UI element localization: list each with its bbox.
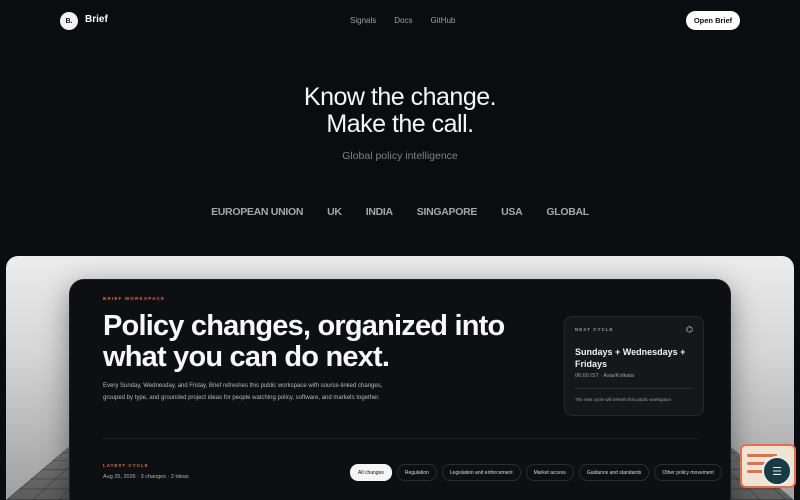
hero-subtitle: Global policy intelligence [342, 150, 458, 162]
hero-title-line-1: Know the change. [303, 83, 497, 111]
workspace-description: Every Sunday, Wednesday, and Friday, Bri… [103, 383, 383, 401]
next-cycle-title: Sundays + Wednesdays + Fridays [575, 347, 686, 369]
divider [575, 388, 693, 389]
next-cycle-time: 06:00 IST · Asia/Kolkata [575, 373, 634, 379]
top-nav: B. Brief Signals Docs GitHub Open Brief [0, 0, 800, 40]
hero-title: Know the change. Make the call. [0, 84, 800, 138]
filter-market-access[interactable]: Market access [525, 464, 574, 481]
region-uk: UK [327, 206, 342, 218]
hero-title-line-2: Make the call. [326, 110, 474, 138]
region-global: GLOBAL [546, 206, 589, 218]
filter-guidance-standards[interactable]: Guidance and standards [578, 464, 650, 481]
next-cycle-card: NEXT CYCLE ⌬ Sundays + Wednesdays + Frid… [564, 316, 704, 416]
next-cycle-eyebrow: NEXT CYCLE [575, 327, 614, 332]
workspace-title: Policy changes, organized into what you … [103, 310, 505, 373]
open-brief-button[interactable]: Open Brief [686, 11, 740, 30]
region-list: EUROPEAN UNION UK INDIA SINGAPORE USA GL… [0, 206, 800, 218]
region-usa: USA [501, 206, 523, 218]
filter-other-policy[interactable]: Other policy movement [654, 464, 722, 481]
brand-logo[interactable]: B. [60, 12, 78, 30]
filter-chips: All changes Regulation Legislation and e… [350, 464, 722, 481]
next-cycle-note: The next cycle will refresh this public … [575, 397, 673, 402]
chat-assistant-icon[interactable]: ☰ [762, 456, 792, 486]
region-india: INDIA [365, 206, 393, 218]
workspace-eyebrow: BRIEF WORKSPACE [103, 296, 166, 301]
region-singapore: SINGAPORE [416, 206, 478, 218]
filter-legislation-enforcement[interactable]: Legislation and enforcement [441, 464, 521, 481]
nav-link-signals[interactable]: Signals [350, 16, 376, 25]
workspace-showcase: BRIEF WORKSPACE Policy changes, organize… [6, 256, 794, 500]
nav-link-docs[interactable]: Docs [394, 16, 412, 25]
divider [103, 438, 699, 439]
workspace-panel: BRIEF WORKSPACE Policy changes, organize… [70, 280, 730, 500]
filter-regulation[interactable]: Regulation [396, 464, 437, 481]
calendar-icon: ⌬ [686, 325, 693, 334]
nav-link-github[interactable]: GitHub [430, 16, 455, 25]
filter-all-changes[interactable]: All changes [350, 464, 392, 481]
latest-cycle-meta: Aug 25, 2026 · 3 changes · 2 ideas [103, 474, 189, 480]
brand-name[interactable]: Brief [85, 14, 108, 25]
region-eu: EUROPEAN UNION [211, 206, 304, 218]
nav-links: Signals Docs GitHub [350, 16, 455, 25]
latest-cycle-eyebrow: LATEST CYCLE [103, 463, 149, 468]
